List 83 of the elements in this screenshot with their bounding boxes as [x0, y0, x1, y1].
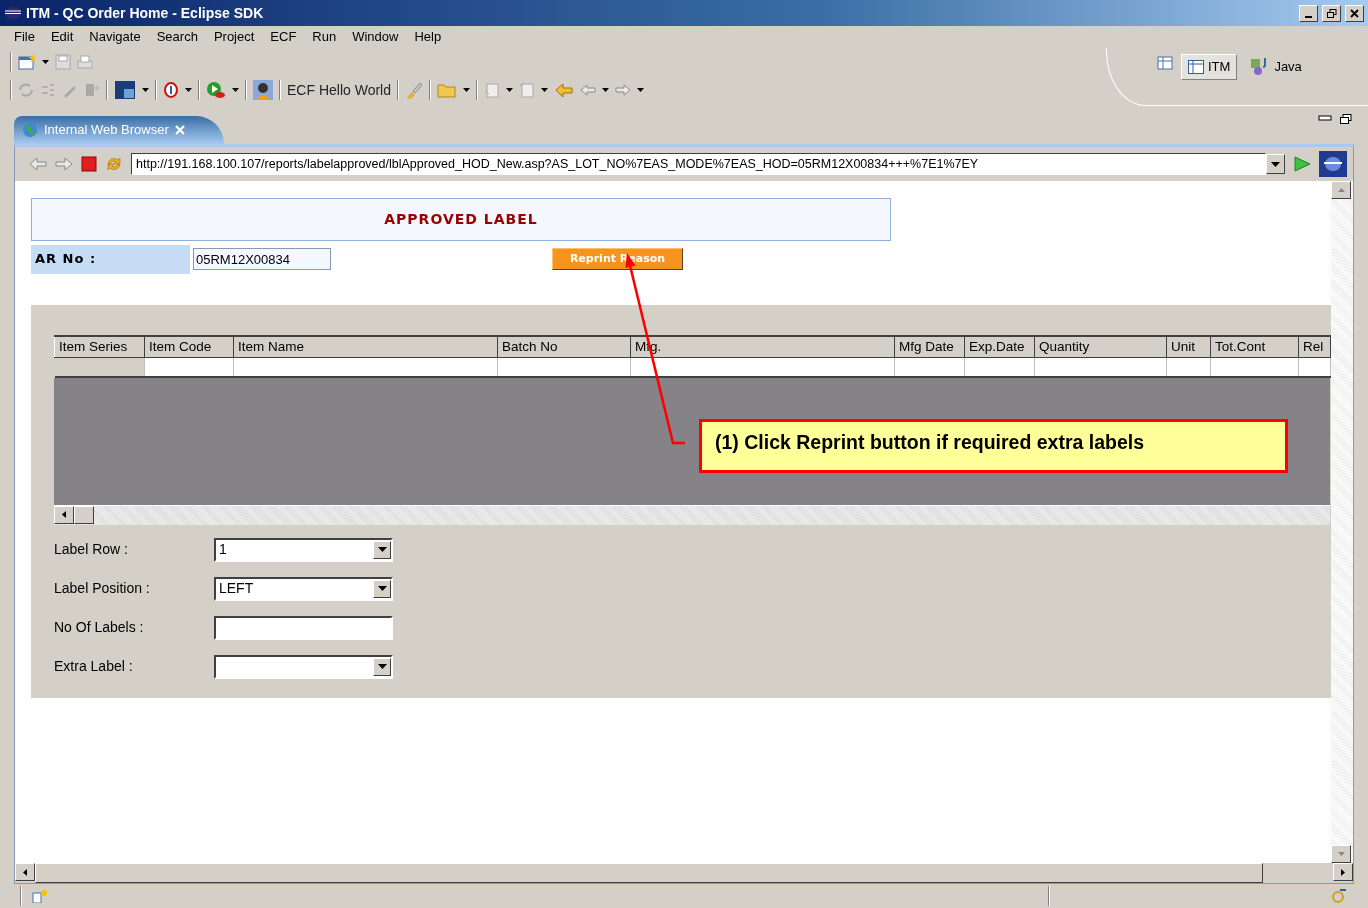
- go-icon[interactable]: [1293, 156, 1311, 172]
- caret-icon[interactable]: [42, 60, 49, 64]
- perspective-button[interactable]: ITM: [1181, 54, 1238, 80]
- caret-icon[interactable]: [541, 88, 548, 92]
- caret-icon[interactable]: [506, 88, 513, 92]
- scroll-left-button[interactable]: [15, 863, 35, 881]
- user-icon[interactable]: [253, 80, 273, 100]
- menu-item[interactable]: Search: [148, 27, 206, 47]
- dropdown[interactable]: 1: [214, 537, 393, 562]
- caret-icon[interactable]: [185, 88, 192, 92]
- menu-item[interactable]: Edit: [42, 27, 82, 47]
- eclipse-icon: [4, 6, 22, 20]
- menu-item[interactable]: ECF: [262, 27, 305, 47]
- open-perspective-icon[interactable]: [1157, 54, 1175, 70]
- scroll-left-button[interactable]: [54, 505, 74, 524]
- column-header[interactable]: Item Name: [233, 336, 498, 358]
- down-arrow-icon: [1337, 852, 1345, 856]
- menu-item[interactable]: Run: [304, 27, 345, 47]
- input-field[interactable]: 05RM12X00834: [193, 248, 331, 270]
- dropdown[interactable]: [214, 654, 393, 679]
- scroll-right-button[interactable]: [1333, 863, 1353, 881]
- left-arrow-icon: [23, 868, 27, 876]
- caret-icon[interactable]: [142, 88, 149, 92]
- column-header[interactable]: Unit: [1166, 336, 1211, 358]
- menu-item[interactable]: Window: [344, 27, 407, 47]
- up-arrow-icon: [1337, 188, 1345, 192]
- column-header[interactable]: Item Series: [54, 336, 145, 358]
- menu-item[interactable]: Help: [406, 27, 450, 47]
- caret-icon[interactable]: [463, 88, 470, 92]
- caret-icon[interactable]: [602, 88, 609, 92]
- globe-icon: [22, 122, 38, 138]
- close-icon: [1349, 8, 1360, 18]
- caret-icon: [377, 547, 387, 553]
- caret-icon[interactable]: [637, 88, 644, 92]
- close-button[interactable]: [1345, 4, 1364, 22]
- scroll-up-button[interactable]: [1331, 181, 1351, 199]
- progress-icon[interactable]: [1330, 889, 1348, 903]
- menu-item[interactable]: Project: [205, 27, 263, 47]
- perspective-button[interactable]: Java: [1243, 54, 1309, 80]
- input-field[interactable]: [214, 615, 393, 640]
- caret-icon: [377, 664, 387, 670]
- fast-view-icon[interactable]: [32, 889, 48, 903]
- restore-button[interactable]: [1322, 4, 1341, 22]
- table-icon: [1188, 59, 1204, 74]
- last-edit-icon[interactable]: [554, 82, 574, 98]
- callout: (1) Click Reprint button if required extra labels: [699, 419, 1288, 473]
- close-icon[interactable]: [174, 125, 185, 135]
- left-arrow-icon: [62, 511, 66, 519]
- caret-icon: [1271, 161, 1280, 167]
- column-header[interactable]: Rel: [1298, 336, 1331, 358]
- minimize-icon: [1305, 16, 1312, 18]
- restore-icon: [1326, 8, 1337, 18]
- debug-icon[interactable]: [163, 81, 179, 99]
- url-field[interactable]: http://191.168.100.107/reports/labelapproved/lblApproved_HOD_New.asp?AS_LOT_NO%7EAS_MODE%7EAS_HOD=05RM12X00834+++%7E1%7EY: [131, 153, 1266, 175]
- dropdown-button[interactable]: [1266, 154, 1285, 174]
- caret-icon[interactable]: [232, 88, 239, 92]
- monitor-icon[interactable]: [114, 80, 136, 100]
- minimize-icon[interactable]: [1318, 114, 1332, 122]
- column-header[interactable]: Mfg Date: [894, 336, 965, 358]
- right-arrow-icon: [1341, 868, 1345, 876]
- run-icon[interactable]: [206, 81, 226, 99]
- caret-icon: [377, 586, 387, 592]
- new-icon[interactable]: [18, 54, 36, 70]
- menu-item[interactable]: Navigate: [81, 27, 149, 47]
- maximize-icon[interactable]: [1340, 114, 1352, 124]
- window-title: ITM - QC Order Home - Eclipse SDK: [26, 3, 264, 23]
- column-header[interactable]: Quantity: [1034, 336, 1167, 358]
- field-label: AR No :: [31, 244, 190, 274]
- field-label: Label Row :: [54, 540, 129, 560]
- column-header[interactable]: Exp.Date: [964, 336, 1035, 358]
- toolbar-button[interactable]: ECF Hello World: [287, 79, 391, 101]
- dropdown[interactable]: LEFT: [214, 576, 393, 601]
- field-label: Extra Label :: [54, 657, 134, 677]
- column-header[interactable]: Batch No: [497, 336, 631, 358]
- menu-item[interactable]: File: [6, 27, 43, 47]
- minimize-button[interactable]: [1299, 4, 1318, 22]
- field-label: Label Position :: [54, 579, 151, 599]
- field-label: No Of Labels :: [54, 618, 145, 638]
- column-header[interactable]: Item Code: [144, 336, 234, 358]
- scroll-down-button[interactable]: [1331, 845, 1351, 863]
- eclipse-icon[interactable]: [1319, 151, 1347, 177]
- page-title: APPROVED LABEL: [384, 210, 538, 229]
- column-header[interactable]: Tot.Cont: [1210, 336, 1299, 358]
